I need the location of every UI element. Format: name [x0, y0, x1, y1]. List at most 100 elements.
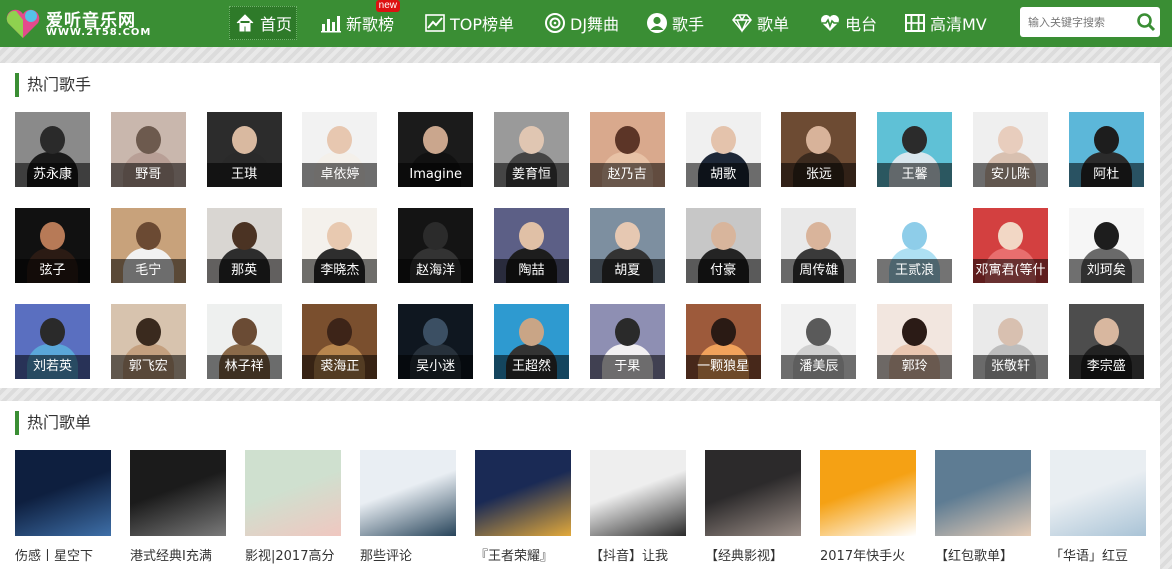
playlist-card[interactable]: 『王者荣耀』	[475, 450, 571, 564]
singer-card[interactable]: 王超然	[494, 304, 569, 379]
singer-card[interactable]: 苏永康	[15, 112, 90, 187]
playlist-card[interactable]: 伤感丨星空下	[15, 450, 111, 564]
singer-name: 于果	[589, 355, 665, 379]
search-icon[interactable]	[1136, 12, 1156, 32]
singer-name: 安儿陈	[973, 163, 1048, 187]
nav-new-songs[interactable]: 新歌榜 new	[320, 0, 401, 40]
singer-card[interactable]: 赵海洋	[398, 208, 474, 283]
singer-name: 裘海正	[302, 355, 378, 379]
playlist-card[interactable]: 【经典影视】	[705, 450, 801, 564]
singer-card[interactable]: Imagine	[398, 112, 474, 187]
playlist-title: 伤感丨星空下	[15, 549, 94, 564]
playlist-cover	[935, 450, 1031, 536]
singer-card[interactable]: 张远	[781, 112, 857, 187]
singer-name: 那英	[206, 259, 282, 283]
singer-card[interactable]: 郭飞宏	[110, 304, 186, 379]
singer-name: 卓依婷	[302, 163, 378, 187]
singer-name: 一颗狼星	[685, 355, 761, 379]
nav-playlists[interactable]: 歌单	[731, 6, 789, 40]
singer-card[interactable]: 裘海正	[302, 304, 378, 379]
playlist-title: 2017年快手火	[820, 549, 906, 564]
singer-name: Imagine	[398, 163, 474, 187]
singer-card[interactable]: 弦子	[15, 208, 90, 283]
hot-singers-panel: 热门歌手 苏永康 野哥 王琪 卓依婷 Imagine 姜育恒 赵乃吉 胡歌 张远 王馨 安儿陈 阿杜弦…	[0, 63, 1160, 388]
singer-name: 付豪	[685, 259, 761, 283]
singer-name: 郭飞宏	[110, 355, 186, 379]
playlist-title: 『王者荣耀』	[475, 549, 554, 564]
singer-card[interactable]: 张敬轩	[973, 304, 1048, 379]
singer-name: 王超然	[494, 355, 569, 379]
singer-card[interactable]: 邓寓君(等什	[973, 208, 1048, 283]
singer-card[interactable]: 周传雄	[781, 208, 857, 283]
singer-card[interactable]: 李宗盛	[1068, 304, 1144, 379]
playlist-cover	[705, 450, 801, 536]
singer-name: 赵海洋	[398, 259, 474, 283]
nav-singers[interactable]: 歌手	[646, 6, 704, 40]
search-input[interactable]	[1020, 7, 1130, 37]
playlist-card[interactable]: 2017年快手火	[820, 450, 916, 564]
singer-card[interactable]: 毛宁	[110, 208, 186, 283]
singer-card[interactable]: 吴小迷	[398, 304, 474, 379]
singer-card[interactable]: 阿杜	[1068, 112, 1144, 187]
singer-card[interactable]: 林子祥	[206, 304, 282, 379]
singer-name: 林子祥	[206, 355, 282, 379]
singer-name: 郭玲	[877, 355, 953, 379]
section-title: 热门歌手	[15, 73, 91, 97]
playlist-card[interactable]: 「华语」红豆	[1050, 450, 1146, 564]
singer-card[interactable]: 胡夏	[589, 208, 665, 283]
nav-home[interactable]: 首页	[229, 6, 298, 40]
singer-card[interactable]: 潘美辰	[781, 304, 857, 379]
playlist-card[interactable]: 影视|2017高分	[245, 450, 341, 564]
singer-name: 野哥	[110, 163, 186, 187]
nav-radio[interactable]: 电台	[819, 6, 877, 40]
nav-label: 歌单	[757, 15, 790, 34]
singer-card[interactable]: 胡歌	[685, 112, 761, 187]
singer-card[interactable]: 刘若英	[15, 304, 90, 379]
nav-top-charts[interactable]: TOP榜单	[424, 6, 514, 40]
playlist-title: 【抖音】让我	[590, 549, 669, 564]
singer-name: 张远	[781, 163, 857, 187]
top-navbar: 爱听音乐网 WWW.2T58.COM 首页 新歌榜 new TOP榜单 DJ舞曲…	[0, 0, 1172, 47]
playlist-card[interactable]: 【抖音】让我	[590, 450, 686, 564]
site-logo[interactable]: 爱听音乐网 WWW.2T58.COM	[4, 4, 164, 42]
singer-name: 吴小迷	[398, 355, 474, 379]
playlist-cover	[15, 450, 111, 536]
singer-card[interactable]: 李晓杰	[302, 208, 378, 283]
site-url: WWW.2T58.COM	[46, 27, 152, 38]
playlist-cover	[475, 450, 571, 536]
playlist-card[interactable]: 【红包歌单】	[935, 450, 1031, 564]
playlist-title: 港式经典I充满	[130, 549, 212, 564]
singer-card[interactable]: 王琪	[206, 112, 282, 187]
singer-card[interactable]: 于果	[589, 304, 665, 379]
singer-card[interactable]: 王贰浪	[877, 208, 953, 283]
singer-name: 王贰浪	[877, 259, 953, 283]
singer-name: 阿杜	[1068, 163, 1144, 187]
singer-card[interactable]: 安儿陈	[973, 112, 1048, 187]
singer-card[interactable]: 姜育恒	[494, 112, 569, 187]
nav-dj[interactable]: DJ舞曲	[544, 6, 619, 40]
playlist-title: 【红包歌单】	[935, 549, 1014, 564]
singer-card[interactable]: 卓依婷	[302, 112, 378, 187]
singer-card[interactable]: 郭玲	[877, 304, 953, 379]
singer-card[interactable]: 刘珂矣	[1068, 208, 1144, 283]
singer-name: 张敬轩	[973, 355, 1048, 379]
singer-card[interactable]: 付豪	[685, 208, 761, 283]
nav-label: 首页	[260, 15, 293, 34]
singer-card[interactable]: 陶喆	[494, 208, 569, 283]
singer-card[interactable]: 赵乃吉	[589, 112, 665, 187]
playlist-card[interactable]: 港式经典I充满	[130, 450, 226, 564]
singer-card[interactable]: 那英	[206, 208, 282, 283]
singer-card[interactable]: 王馨	[877, 112, 953, 187]
singer-name: 姜育恒	[494, 163, 569, 187]
singer-card[interactable]: 一颗狼星	[685, 304, 761, 379]
new-badge: new	[375, 0, 401, 12]
singer-card[interactable]: 野哥	[110, 112, 186, 187]
dj-disc-icon	[545, 13, 565, 33]
trend-line-icon	[425, 14, 445, 32]
singer-name: 周传雄	[781, 259, 857, 283]
nav-mv[interactable]: 高清MV	[904, 6, 987, 40]
playlist-title: 那些评论	[360, 549, 413, 564]
singer-name: 胡歌	[685, 163, 761, 187]
playlist-card[interactable]: 那些评论	[360, 450, 456, 564]
nav-label: 电台	[845, 15, 878, 34]
